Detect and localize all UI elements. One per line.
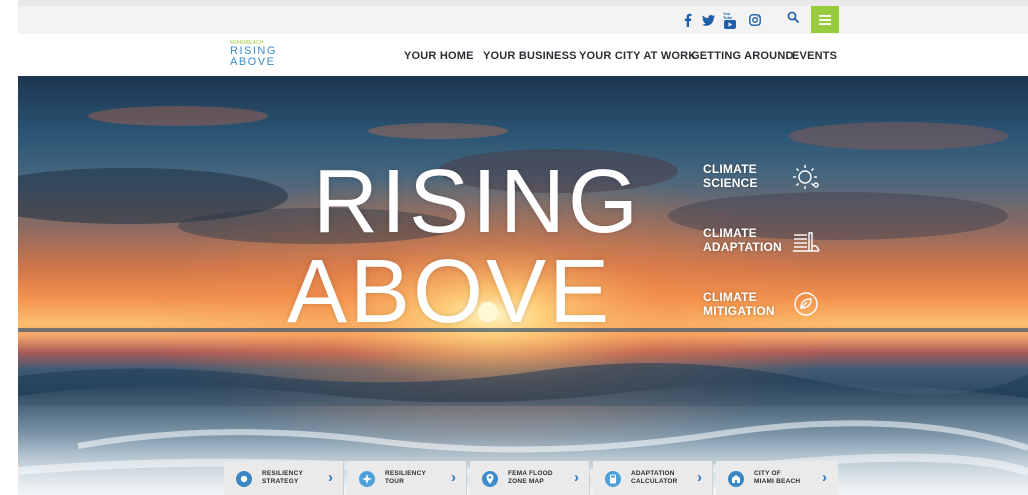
hero-title-rising: RISING xyxy=(313,152,642,252)
nav-events[interactable]: EVENTS xyxy=(792,50,837,62)
chevron-right-icon: › xyxy=(451,469,456,486)
rising-above-logo[interactable]: MIAMIBEACH RISING ABOVE xyxy=(230,41,276,68)
city-icon xyxy=(728,471,744,487)
chevron-right-icon: › xyxy=(574,469,579,486)
search-icon[interactable] xyxy=(783,6,803,28)
facebook-icon[interactable] xyxy=(682,10,694,30)
hamburger-menu-icon[interactable] xyxy=(811,6,839,33)
nav-your-city-at-work[interactable]: YOUR CITY AT WORK xyxy=(579,50,696,62)
nav-getting-around[interactable]: GETTING AROUND xyxy=(691,50,794,62)
card-fema-flood-zone-map[interactable]: FEMA FLOOD ZONE MAP › xyxy=(470,461,590,495)
youtube-icon[interactable]: You Tube xyxy=(723,10,737,30)
card-adaptation-calculator[interactable]: ADAPTATION CALCULATOR › xyxy=(593,461,713,495)
card-city-of-miami-beach[interactable]: CITY OF MIAMI BEACH › xyxy=(716,461,838,495)
logo-above: ABOVE xyxy=(230,56,276,68)
instagram-icon[interactable] xyxy=(748,10,762,30)
map-pin-icon xyxy=(482,471,498,487)
utility-bar: You Tube xyxy=(18,6,1028,35)
hero-title-above: ABOVE xyxy=(287,242,613,342)
climate-science-link[interactable]: CLIMATE SCIENCE xyxy=(703,162,758,190)
seawall-adaptation-icon[interactable] xyxy=(791,227,821,257)
strategy-icon xyxy=(236,471,252,487)
card-resiliency-tour[interactable]: RESILIENCY TOUR › xyxy=(347,461,467,495)
sun-science-icon[interactable] xyxy=(791,163,821,193)
climate-mitigation-link[interactable]: CLIMATE MITIGATION xyxy=(703,290,775,318)
calculator-icon xyxy=(605,471,621,487)
chevron-right-icon: › xyxy=(822,469,827,486)
tour-icon xyxy=(359,471,375,487)
chevron-right-icon: › xyxy=(328,469,333,486)
nav-your-business[interactable]: YOUR BUSINESS xyxy=(483,50,577,62)
leaf-cycle-icon[interactable] xyxy=(791,289,821,319)
twitter-icon[interactable] xyxy=(701,10,715,30)
card-resiliency-strategy[interactable]: RESILIENCY STRATEGY › xyxy=(224,461,344,495)
nav-your-home[interactable]: YOUR HOME xyxy=(404,50,474,62)
chevron-right-icon: › xyxy=(697,469,702,486)
climate-adaptation-link[interactable]: CLIMATE ADAPTATION xyxy=(703,226,782,254)
